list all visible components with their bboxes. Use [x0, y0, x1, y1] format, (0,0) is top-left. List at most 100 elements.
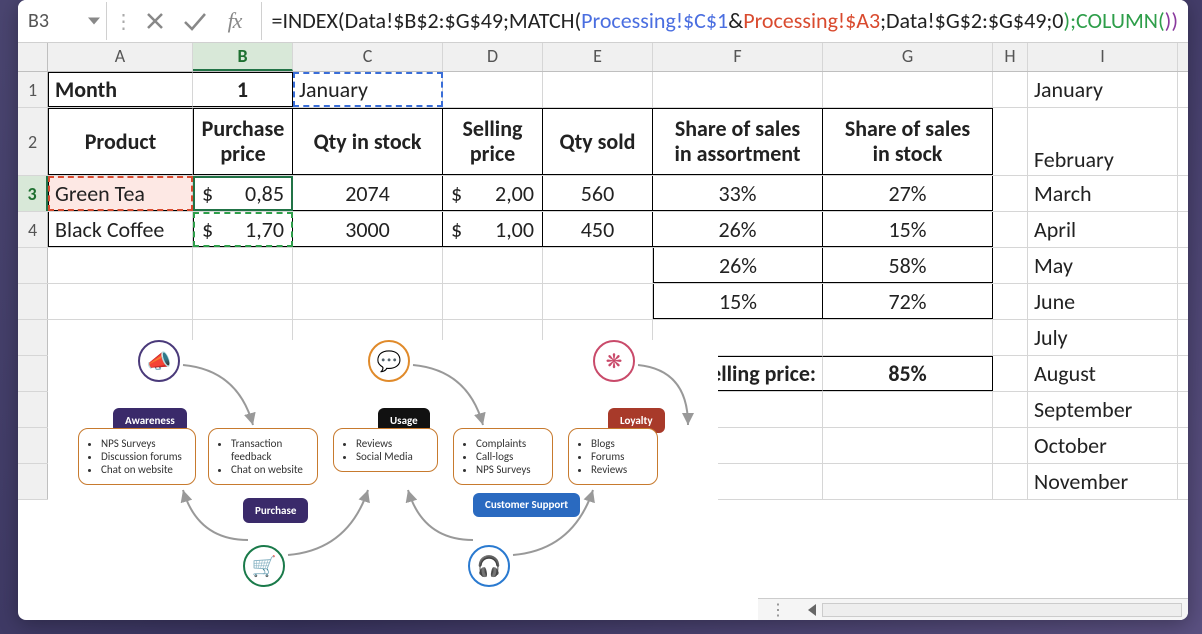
- cell-A3[interactable]: Green Tea: [48, 176, 193, 211]
- row-header-10[interactable]: [18, 428, 48, 463]
- formula-input[interactable]: =INDEX(Data!$B$2:$G$49;MATCH(Processing!…: [262, 2, 1188, 40]
- cell-H11[interactable]: [993, 464, 1028, 499]
- cell-G10[interactable]: [823, 428, 993, 463]
- col-header-C[interactable]: C: [293, 43, 443, 71]
- row-header-1[interactable]: 1: [18, 72, 48, 107]
- sheet-tab-scroll-icon[interactable]: ⋮: [758, 600, 800, 620]
- row-header-5[interactable]: [18, 248, 48, 283]
- col-header-F[interactable]: F: [653, 43, 823, 71]
- col-header-E[interactable]: E: [543, 43, 653, 71]
- cell-H9[interactable]: [993, 392, 1028, 427]
- cell-E6[interactable]: [543, 284, 653, 319]
- col-header-A[interactable]: A: [48, 43, 193, 71]
- col-header-I[interactable]: I: [1028, 43, 1178, 71]
- cell-H7[interactable]: [993, 320, 1028, 355]
- cell-D1[interactable]: [443, 72, 543, 107]
- cell-G1[interactable]: [823, 72, 993, 107]
- cell-E4[interactable]: 450: [543, 212, 653, 247]
- row-header-9[interactable]: [18, 392, 48, 427]
- cell-F3[interactable]: 33%: [653, 176, 823, 211]
- cell-F5[interactable]: 26%: [653, 248, 823, 283]
- cell-A1[interactable]: Month: [48, 72, 193, 107]
- name-box[interactable]: B3: [18, 2, 107, 40]
- row-header-8[interactable]: [18, 356, 48, 391]
- cell-F4[interactable]: 26%: [653, 212, 823, 247]
- cell-H1[interactable]: [993, 72, 1028, 107]
- cell-A4[interactable]: Black Coffee: [48, 212, 193, 247]
- cell-E5[interactable]: [543, 248, 653, 283]
- cell-B4[interactable]: $ 1,70: [193, 212, 293, 247]
- cell-G4[interactable]: 15%: [823, 212, 993, 247]
- cell-B2[interactable]: Purchase price: [193, 108, 293, 175]
- cell-G9[interactable]: [823, 392, 993, 427]
- cell-I11[interactable]: November: [1028, 464, 1178, 499]
- row-header-7[interactable]: [18, 320, 48, 355]
- col-header-D[interactable]: D: [443, 43, 543, 71]
- cell-B1[interactable]: 1: [193, 72, 293, 107]
- cell-C3[interactable]: 2074: [293, 176, 443, 211]
- row-header-3[interactable]: 3: [18, 176, 48, 211]
- col-header-G[interactable]: G: [823, 43, 993, 71]
- row-header-6[interactable]: [18, 284, 48, 319]
- cell-A2[interactable]: Product: [48, 108, 193, 175]
- cell-H8[interactable]: [993, 356, 1028, 391]
- cell-H4[interactable]: [993, 212, 1028, 247]
- cell-I10[interactable]: October: [1028, 428, 1178, 463]
- cell-F2[interactable]: Share of sales in assortment: [653, 108, 823, 175]
- cell-D3[interactable]: $ 2,00: [443, 176, 543, 211]
- cell-E1[interactable]: [543, 72, 653, 107]
- cell-G6[interactable]: 72%: [823, 284, 993, 319]
- row-header-4[interactable]: 4: [18, 212, 48, 247]
- cell-H3[interactable]: [993, 176, 1028, 211]
- cell-B3[interactable]: $ 0,85: [193, 176, 293, 211]
- cell-G11[interactable]: [823, 464, 993, 499]
- formula-bar-options-icon[interactable]: ⋮: [113, 9, 135, 34]
- scrollbar-track[interactable]: [822, 603, 1182, 617]
- cell-A6[interactable]: [48, 284, 193, 319]
- cell-G7[interactable]: [823, 320, 993, 355]
- cell-H5[interactable]: [993, 248, 1028, 283]
- cell-H2[interactable]: [993, 108, 1028, 175]
- cell-F6[interactable]: 15%: [653, 284, 823, 319]
- cell-I5[interactable]: May: [1028, 248, 1178, 283]
- enter-button[interactable]: [175, 5, 215, 37]
- cell-G3[interactable]: 27%: [823, 176, 993, 211]
- horizontal-scrollbar[interactable]: ⋮: [758, 598, 1188, 620]
- col-header-H[interactable]: H: [993, 43, 1028, 71]
- insert-function-button[interactable]: fx: [215, 5, 255, 37]
- cell-D5[interactable]: [443, 248, 543, 283]
- col-header-B[interactable]: B: [193, 43, 293, 71]
- cell-B5[interactable]: [193, 248, 293, 283]
- cell-E3[interactable]: 560: [543, 176, 653, 211]
- cell-C4[interactable]: 3000: [293, 212, 443, 247]
- cell-I3[interactable]: March: [1028, 176, 1178, 211]
- cell-D2[interactable]: Selling price: [443, 108, 543, 175]
- cell-C5[interactable]: [293, 248, 443, 283]
- cell-B6[interactable]: [193, 284, 293, 319]
- cell-I2[interactable]: February: [1028, 108, 1178, 175]
- name-box-dropdown-icon[interactable]: [88, 18, 100, 25]
- cell-E2[interactable]: Qty sold: [543, 108, 653, 175]
- cell-D6[interactable]: [443, 284, 543, 319]
- cancel-button[interactable]: [135, 5, 175, 37]
- cell-G5[interactable]: 58%: [823, 248, 993, 283]
- row-header-11[interactable]: [18, 464, 48, 499]
- cell-G8[interactable]: 85%: [823, 356, 993, 391]
- cell-G2[interactable]: Share of sales in stock: [823, 108, 993, 175]
- cell-C2[interactable]: Qty in stock: [293, 108, 443, 175]
- cell-D4[interactable]: $ 1,00: [443, 212, 543, 247]
- cell-C1[interactable]: January: [293, 72, 443, 107]
- scroll-left-icon[interactable]: [808, 604, 816, 616]
- cell-I4[interactable]: April: [1028, 212, 1178, 247]
- cell-I6[interactable]: June: [1028, 284, 1178, 319]
- cell-H6[interactable]: [993, 284, 1028, 319]
- cell-I1[interactable]: January: [1028, 72, 1178, 107]
- select-all-corner[interactable]: [18, 43, 48, 71]
- cell-C6[interactable]: [293, 284, 443, 319]
- cell-I8[interactable]: August: [1028, 356, 1178, 391]
- row-header-2[interactable]: 2: [18, 108, 48, 175]
- cell-F1[interactable]: [653, 72, 823, 107]
- cell-H10[interactable]: [993, 428, 1028, 463]
- cell-I7[interactable]: July: [1028, 320, 1178, 355]
- cell-I9[interactable]: September: [1028, 392, 1178, 427]
